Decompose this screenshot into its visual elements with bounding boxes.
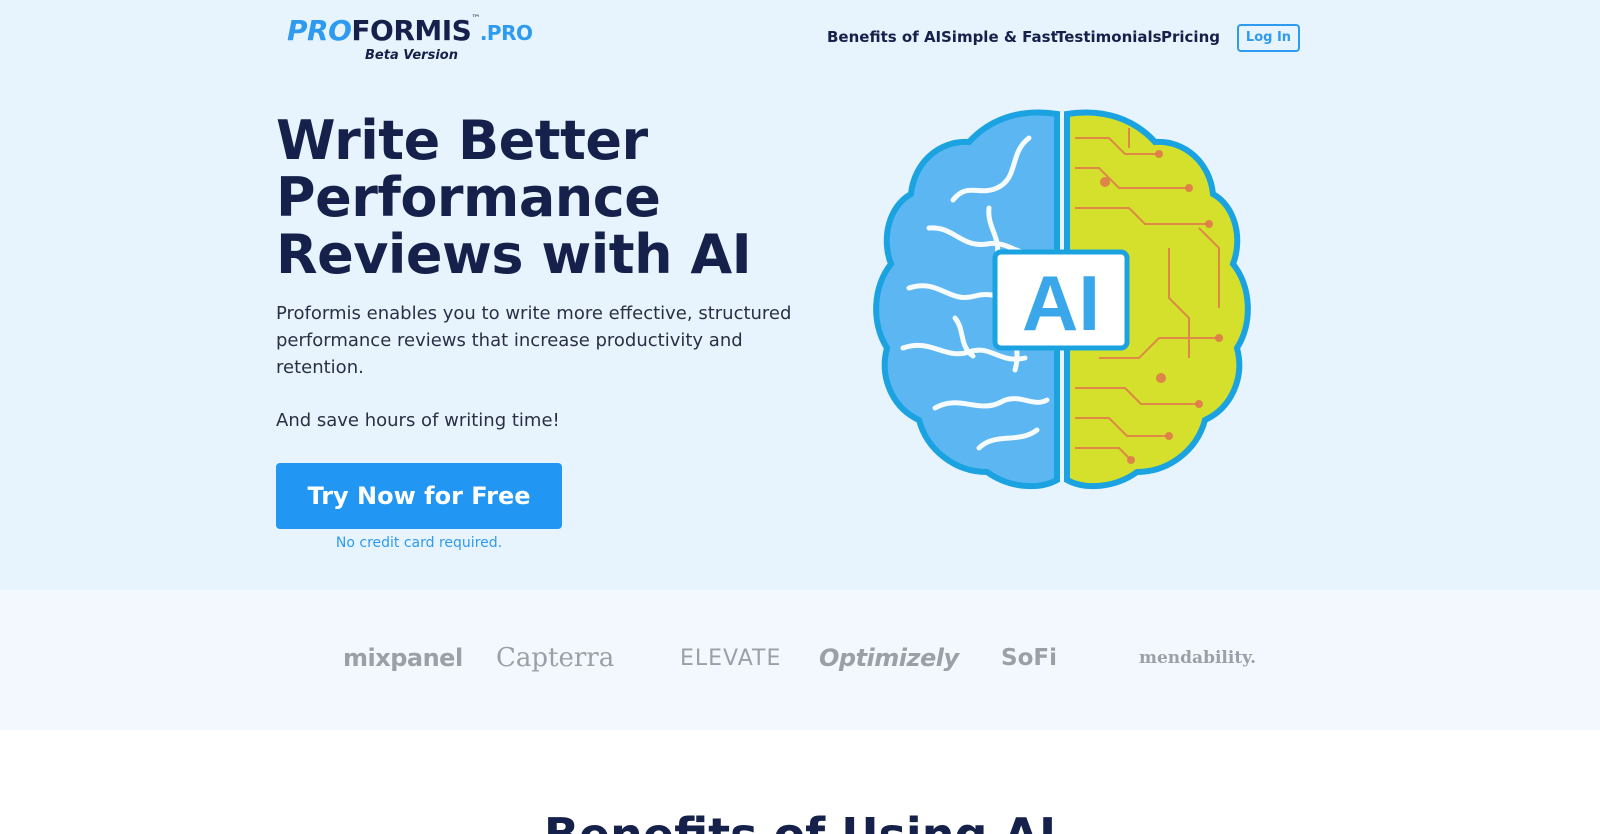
benefits-section-title: Benefits of Using AI	[0, 808, 1600, 834]
try-free-button[interactable]: Try Now for Free	[276, 463, 562, 529]
hero-subline: And save hours of writing time!	[276, 410, 560, 431]
hero-headline: Write Better Performance Reviews with AI	[276, 112, 796, 283]
headline-line: Reviews with AI	[276, 223, 752, 286]
site-logo[interactable]: PROFORMIS™.PRO Beta Version	[287, 14, 533, 66]
sofi-logo: SoFi	[1001, 645, 1057, 671]
optimizely-logo: Optimizely	[819, 644, 959, 672]
login-button[interactable]: Log In	[1237, 24, 1300, 52]
hero-description: Proformis enables you to write more effe…	[276, 303, 792, 378]
no-credit-card-note: No credit card required.	[335, 535, 503, 551]
hero-section: PROFORMIS™.PRO Beta Version Benefits of …	[0, 0, 1600, 590]
nav-link-testimonials[interactable]: Testimonials	[1056, 28, 1162, 48]
headline-line: Performance	[276, 166, 661, 229]
logo-wordmark: PROFORMIS™.PRO	[287, 14, 533, 47]
nav-link-benefits[interactable]: Benefits of AI	[827, 28, 941, 48]
ai-brain-illustration: AI	[873, 109, 1251, 490]
logo-tagline: Beta Version	[365, 48, 458, 63]
mendability-logo: mendability.	[1139, 648, 1257, 668]
ai-badge-text: AI	[1022, 259, 1100, 347]
nav-link-simple-fast[interactable]: Simple & Fast	[941, 28, 1058, 48]
mixpanel-logo: mixpanel	[343, 644, 463, 672]
headline-line: Write Better	[276, 109, 648, 172]
brand-logos-band: mixpanel Capterra ELEVATE Optimizely SoF…	[0, 590, 1600, 730]
nav-link-pricing[interactable]: Pricing	[1161, 28, 1220, 48]
capterra-logo: Capterra	[496, 643, 615, 673]
elevate-logo: ELEVATE	[680, 645, 782, 671]
